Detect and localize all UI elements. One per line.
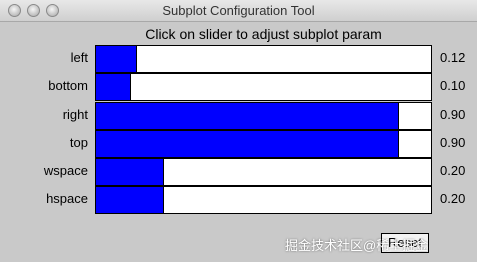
window-title: Subplot Configuration Tool (162, 3, 315, 18)
instruction-text: Click on slider to adjust subplot param (145, 26, 382, 42)
slider-value: 0.20 (440, 163, 466, 178)
slider-value: 0.90 (440, 107, 466, 122)
slider-fill (96, 103, 399, 129)
slider-value: 0.10 (440, 78, 466, 93)
slider-label: hspace (46, 191, 88, 206)
slider-wspace[interactable] (95, 158, 432, 186)
slider-row-hspace: hspace 0.20 (0, 186, 477, 214)
slider-row-wspace: wspace 0.20 (0, 158, 477, 186)
title-bar: Subplot Configuration Tool (0, 0, 477, 22)
slider-left[interactable] (95, 45, 432, 73)
slider-right[interactable] (95, 102, 432, 130)
slider-fill (96, 131, 399, 157)
slider-label: top (69, 135, 88, 150)
slider-fill (96, 187, 164, 213)
slider-label: left (70, 50, 88, 65)
slider-fill (96, 74, 131, 100)
slider-row-left: left 0.12 (0, 45, 477, 73)
slider-label: bottom (48, 78, 88, 93)
slider-value: 0.12 (440, 50, 466, 65)
slider-row-bottom: bottom 0.10 (0, 73, 477, 101)
slider-row-right: right 0.90 (0, 102, 477, 130)
slider-bottom[interactable] (95, 73, 432, 101)
slider-label: wspace (43, 163, 88, 178)
slider-label: right (62, 107, 88, 122)
slider-top[interactable] (95, 130, 432, 158)
slider-value: 0.90 (440, 135, 466, 150)
slider-hspace[interactable] (95, 186, 432, 214)
slider-row-top: top 0.90 (0, 130, 477, 158)
slider-fill (96, 159, 164, 185)
slider-fill (96, 46, 138, 72)
watermark-text: 掘金技术社区@稀土掘金 (285, 238, 429, 253)
slider-value: 0.20 (440, 191, 466, 206)
